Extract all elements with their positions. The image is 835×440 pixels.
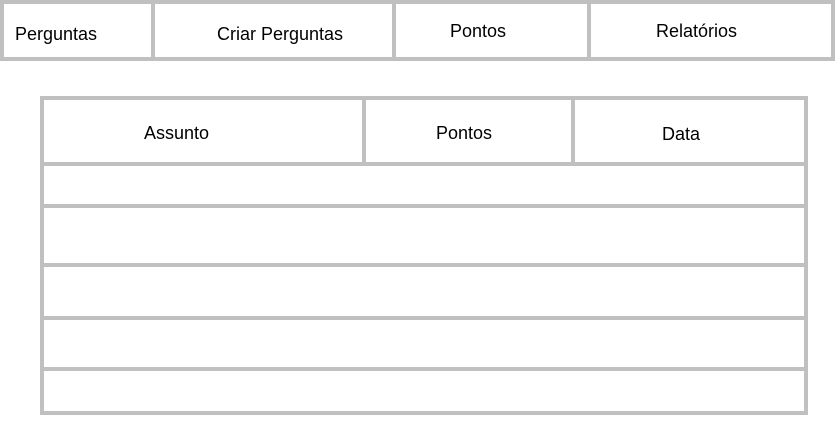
column-header-assunto-label: Assunto	[144, 123, 210, 143]
table-row[interactable]	[44, 320, 804, 367]
tab-pontos[interactable]: Pontos	[392, 0, 591, 61]
tab-criar-perguntas-label: Criar Perguntas	[217, 24, 344, 44]
column-header-data[interactable]: Data	[575, 100, 804, 162]
tab-perguntas-label: Perguntas	[15, 24, 98, 44]
column-header-data-label: Data	[662, 124, 701, 144]
app-window: Perguntas Criar Perguntas Pontos Relatór…	[0, 0, 835, 440]
column-header-pontos-label: Pontos	[436, 123, 493, 143]
tab-pontos-label: Pontos	[450, 21, 507, 41]
tab-criar-perguntas[interactable]: Criar Perguntas	[151, 0, 396, 61]
column-header-assunto[interactable]: Assunto	[44, 100, 362, 162]
table-row[interactable]	[44, 267, 804, 316]
table-row[interactable]	[44, 208, 804, 263]
results-table: Assunto Pontos Data	[40, 96, 808, 415]
tab-relatorios-label: Relatórios	[656, 21, 738, 41]
column-header-pontos[interactable]: Pontos	[366, 100, 571, 162]
table-row[interactable]	[44, 166, 804, 204]
tab-relatorios[interactable]: Relatórios	[587, 0, 835, 61]
tab-perguntas[interactable]: Perguntas	[0, 0, 155, 61]
table-row[interactable]	[44, 371, 804, 411]
